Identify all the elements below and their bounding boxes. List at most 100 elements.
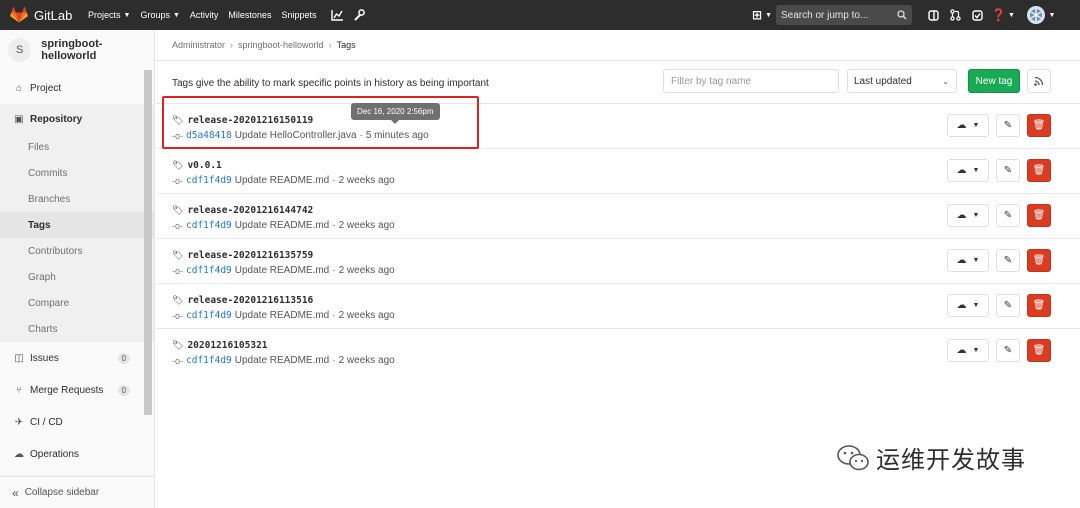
nav-milestones[interactable]: Milestones [228,10,271,20]
sort-dropdown[interactable]: Last updated ⌄ [847,69,957,93]
sidebar-sub-commits[interactable]: Commits [0,160,154,186]
delete-tag-button[interactable]: 🗑 [1027,159,1051,182]
sidebar-item-issues[interactable]: ◫ Issues 0 [0,342,154,374]
sidebar-sub-contributors[interactable]: Contributors [0,238,154,264]
delete-tag-button[interactable]: 🗑 [1027,249,1051,272]
home-icon: ⌂ [15,82,23,94]
tag-row: 🏷 release-20201216135759 -o-cdf1f4d9 Updat… [156,239,1080,284]
breadcrumb-tags[interactable]: Tags [337,40,356,50]
edit-release-notes-button[interactable]: ✎ [996,204,1020,227]
gitlab-logo[interactable]: GitLab [10,7,78,23]
commit-icon: -o- [172,355,183,366]
help-dropdown-button[interactable]: ❓ ▼ [988,5,1018,25]
chevron-down-icon: ▼ [972,347,980,354]
nav-snippets[interactable]: Snippets [281,10,316,20]
download-button[interactable]: ☁ ▼ [947,114,989,137]
tag-name[interactable]: release-20201216144742 [187,205,313,216]
commit-message[interactable]: Update HelloController.java [235,130,357,141]
download-button[interactable]: ☁ ▼ [947,249,989,272]
new-tag-button[interactable]: New tag [968,69,1020,93]
commit-sha-link[interactable]: cdf1f4d9 [186,175,232,186]
commit-time: 2 weeks ago [338,355,395,366]
nav-groups[interactable]: Groups ▼ [140,10,179,20]
delete-tag-button[interactable]: 🗑 [1027,339,1051,362]
edit-release-notes-button[interactable]: ✎ [996,249,1020,272]
nav-projects[interactable]: Projects ▼ [88,10,130,20]
download-icon: ☁ [956,120,967,131]
commit-sha-link[interactable]: cdf1f4d9 [186,310,232,321]
page-description: Tags give the ability to mark specific p… [172,78,489,89]
main-content: Administrator › springboot-helloworld › … [156,30,1080,508]
commit-time: 2 weeks ago [338,310,395,321]
sidebar-sub-charts[interactable]: Charts [0,316,154,342]
tag-row: 🏷 release-20201216144742 -o-cdf1f4d9 Updat… [156,194,1080,239]
breadcrumb-project[interactable]: springboot-helloworld [238,40,324,50]
user-menu-button[interactable]: ▼ [1018,5,1058,25]
sidebar-item-merge-requests[interactable]: ⑂ Merge Requests 0 [0,374,154,406]
commit-sha-link[interactable]: d5a48418 [186,130,232,141]
download-button[interactable]: ☁ ▼ [947,339,989,362]
download-button[interactable]: ☁ ▼ [947,294,989,317]
sidebar-sub-tags[interactable]: Tags [0,212,154,238]
commit-message[interactable]: Update README.md [235,175,329,186]
sidebar: S springboot-helloworld ⌂ Project ▣ Repo… [0,30,155,508]
breadcrumb-administrator[interactable]: Administrator [172,40,225,50]
tag-name[interactable]: v0.0.1 [187,160,221,171]
chevron-down-icon: ⌄ [942,76,949,86]
sidebar-item-project[interactable]: ⌂ Project [0,72,154,104]
collapse-sidebar-button[interactable]: « Collapse sidebar [0,476,155,508]
todo-icon[interactable] [966,5,988,25]
commit-message[interactable]: Update README.md [235,310,329,321]
commit-message[interactable]: Update README.md [235,265,329,276]
chevron-down-icon: ▼ [972,257,980,264]
plus-dropdown-button[interactable]: ⊞ ▼ [748,5,776,25]
tag-name[interactable]: release-20201216150119 [187,115,313,126]
tag-name[interactable]: release-20201216135759 [187,250,313,261]
rss-button[interactable] [1027,69,1051,93]
download-button[interactable]: ☁ ▼ [947,159,989,182]
merge-request-icon: ⑂ [16,384,22,396]
commit-sha-link[interactable]: cdf1f4d9 [186,265,232,276]
filter-tags-input[interactable]: Filter by tag name [663,69,839,93]
tag-name[interactable]: release-20201216113516 [187,295,313,306]
delete-tag-button[interactable]: 🗑 [1027,114,1051,137]
nav-activity[interactable]: Activity [190,10,219,20]
merge-request-icon[interactable] [944,5,966,25]
sidebar-item-ci-cd[interactable]: ✈ CI / CD [0,406,154,438]
commit-sha-link[interactable]: cdf1f4d9 [186,220,232,231]
edit-release-notes-button[interactable]: ✎ [996,114,1020,137]
search-input[interactable]: Search or jump to... [776,5,912,25]
edit-release-notes-button[interactable]: ✎ [996,159,1020,182]
trash-icon: 🗑 [1032,300,1046,311]
commit-message[interactable]: Update README.md [235,355,329,366]
delete-tag-button[interactable]: 🗑 [1027,294,1051,317]
tag-name[interactable]: 20201216105321 [187,340,267,351]
tag-icon: 🏷 [172,205,184,215]
chevron-right-icon: › [328,40,332,50]
sidebar-sub-graph[interactable]: Graph [0,264,154,290]
commit-sha-link[interactable]: cdf1f4d9 [186,355,232,366]
sidebar-sub-files[interactable]: Files [0,134,154,160]
edit-release-notes-button[interactable]: ✎ [996,339,1020,362]
wrench-icon[interactable] [348,5,370,25]
project-header[interactable]: S springboot-helloworld [0,30,154,70]
sort-value: Last updated [854,75,912,87]
sidebar-item-label: CI / CD [30,416,63,428]
issues-icon[interactable] [922,5,944,25]
sidebar-sub-branches[interactable]: Branches [0,186,154,212]
sidebar-item-repository[interactable]: ▣ Repository [0,104,154,134]
delete-tag-button[interactable]: 🗑 [1027,204,1051,227]
edit-release-notes-button[interactable]: ✎ [996,294,1020,317]
search-placeholder: Search or jump to... [781,9,869,21]
plus-icon: ⊞ [752,8,763,22]
chart-icon[interactable] [326,5,348,25]
download-button[interactable]: ☁ ▼ [947,204,989,227]
chevron-down-icon: ▼ [1048,11,1056,19]
sidebar-sub-compare[interactable]: Compare [0,290,154,316]
pencil-icon: ✎ [1003,120,1013,131]
sidebar-item-operations[interactable]: ☁ Operations [0,438,154,470]
tag-commit-info: -o-cdf1f4d9 Update README.md · 2 weeks ago [172,220,395,231]
commit-date-tooltip: Dec 16, 2020 2:56pm [351,103,440,124]
sidebar-scrollbar[interactable] [144,70,152,415]
commit-message[interactable]: Update README.md [235,220,329,231]
